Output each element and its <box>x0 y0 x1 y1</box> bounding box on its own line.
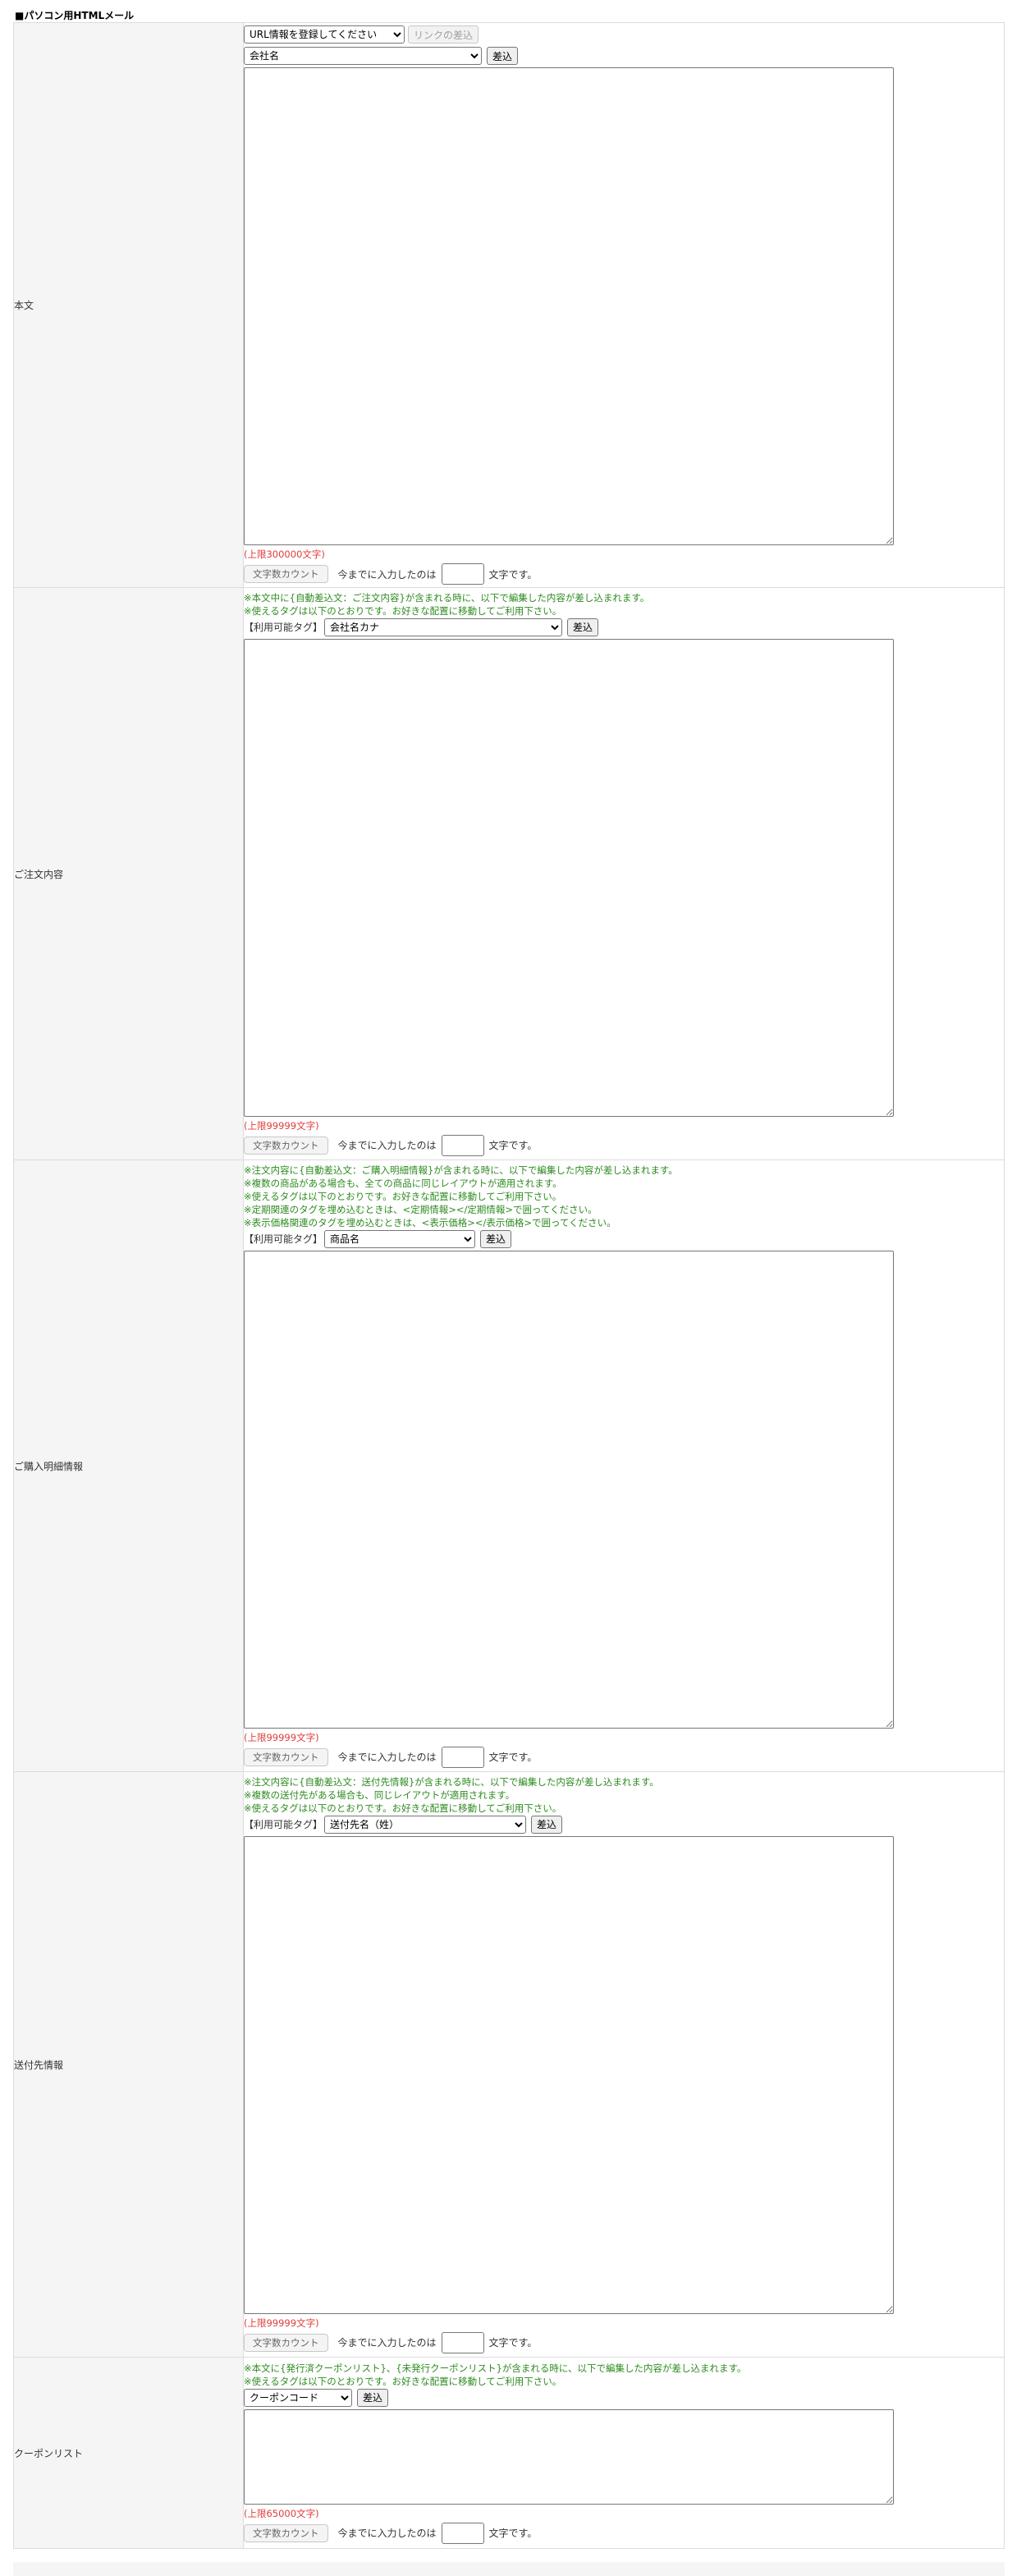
shipping-count-row: 文字数カウント 今までに入力したのは 文字です。 <box>244 2331 1004 2354</box>
row-purchase: ご購入明細情報 ※注文内容に{自動差込文：ご購入明細情報}が含まれる時に、以下で… <box>13 1159 1005 1772</box>
purchase-count-button[interactable]: 文字数カウント <box>244 1747 328 1766</box>
purchase-limit-text: (上限99999文字) <box>244 1731 319 1743</box>
shipping-count-button[interactable]: 文字数カウント <box>244 2333 328 2352</box>
shipping-insert-button[interactable]: 差込 <box>531 1815 563 1834</box>
count-suffix-text: 文字です。 <box>488 2528 538 2539</box>
tag-control-row: 会社名 差込 <box>244 46 1004 66</box>
row-label-honbun: 本文 <box>13 22 244 588</box>
purchase-tag-select[interactable]: 商品名 <box>324 1229 476 1248</box>
footer-bar <box>13 2562 1005 2576</box>
shipping-count-input[interactable] <box>441 2331 484 2353</box>
count-suffix-text: 文字です。 <box>488 1752 538 1763</box>
count-suffix-text: 文字です。 <box>488 568 538 581</box>
coupon-note-1: ※本文に{発行済クーポンリスト}、{未発行クーポンリスト}が含まれる時に、以下で… <box>244 2362 747 2374</box>
url-info-select[interactable]: URL情報を登録してください <box>244 25 405 44</box>
coupon-count-input[interactable] <box>441 2522 484 2544</box>
row-content-shipping: ※注文内容に{自動差込文：送付先情報}が含まれる時に、以下で編集した内容が差し込… <box>243 1771 1005 2358</box>
coupon-limit-text: (上限65000文字) <box>244 2507 319 2519</box>
count-suffix-text: 文字です。 <box>488 2337 538 2349</box>
coupon-insert-button[interactable]: 差込 <box>357 2388 389 2407</box>
html-mail-form: 本文 URL情報を登録してください リンクの差込 会社名 差込 (上限30000… <box>13 22 1005 2549</box>
tag-label: 【利用可能タグ】 <box>244 1233 323 1245</box>
count-prefix-text: 今までに入力したのは <box>337 1140 437 1151</box>
count-prefix-text: 今までに入力したのは <box>337 2337 437 2349</box>
coupon-note-2: ※使えるタグは以下のとおりです。お好きな配置に移動してご利用下さい。 <box>244 2375 562 2387</box>
honbun-count-row: 文字数カウント 今までに入力したのは 文字です。 <box>244 562 1004 585</box>
order-insert-button[interactable]: 差込 <box>567 618 599 636</box>
url-control-row: URL情報を登録してください リンクの差込 <box>244 25 1004 44</box>
count-suffix-text: 文字です。 <box>488 1140 538 1151</box>
order-count-input[interactable] <box>441 1134 484 1156</box>
purchase-note-4: ※定期関連のタグを埋め込むときは、<定期情報></定期情報>で囲ってください。 <box>244 1203 598 1215</box>
row-shipping: 送付先情報 ※注文内容に{自動差込文：送付先情報}が含まれる時に、以下で編集した… <box>13 1771 1005 2358</box>
count-prefix-text: 今までに入力したのは <box>337 2528 437 2539</box>
coupon-tag-select[interactable]: クーポンコード <box>244 2388 352 2407</box>
purchase-count-input[interactable] <box>441 1746 484 1768</box>
purchase-note-2: ※複数の商品がある場合も、全ての商品に同じレイアウトが適用されます。 <box>244 1177 562 1189</box>
count-prefix-text: 今までに入力したのは <box>337 568 437 581</box>
row-label-purchase: ご購入明細情報 <box>13 1159 244 1772</box>
row-label-order: ご注文内容 <box>13 587 244 1160</box>
shipping-tag-select[interactable]: 送付先名（姓） <box>324 1815 527 1834</box>
order-note-2: ※使えるタグは以下のとおりです。お好きな配置に移動してご利用下さい。 <box>244 604 562 617</box>
order-tag-select[interactable]: 会社名カナ <box>324 618 563 636</box>
row-honbun: 本文 URL情報を登録してください リンクの差込 会社名 差込 (上限30000… <box>13 22 1005 588</box>
purchase-tag-row: 【利用可能タグ】 商品名 差込 <box>244 1229 1004 1249</box>
order-note-1: ※本文中に{自動差込文：ご注文内容}が含まれる時に、以下で編集した内容が差し込ま… <box>244 591 650 604</box>
honbun-limit-text: (上限300000文字) <box>244 549 325 560</box>
shipping-note-1: ※注文内容に{自動差込文：送付先情報}が含まれる時に、以下で編集した内容が差し込… <box>244 1775 659 1788</box>
shipping-note-2: ※複数の送付先がある場合も、同じレイアウトが適用されます。 <box>244 1789 515 1801</box>
count-prefix-text: 今までに入力したのは <box>337 1752 437 1763</box>
purchase-note-3: ※使えるタグは以下のとおりです。お好きな配置に移動してご利用下さい。 <box>244 1190 562 1202</box>
shipping-textarea[interactable] <box>244 1835 894 2314</box>
honbun-insert-button[interactable]: 差込 <box>487 47 519 65</box>
honbun-tag-select[interactable]: 会社名 <box>244 47 482 65</box>
row-content-order: ※本文中に{自動差込文：ご注文内容}が含まれる時に、以下で編集した内容が差し込ま… <box>243 587 1005 1160</box>
order-count-row: 文字数カウント 今までに入力したのは 文字です。 <box>244 1134 1004 1157</box>
coupon-count-row: 文字数カウント 今までに入力したのは 文字です。 <box>244 2522 1004 2545</box>
shipping-tag-row: 【利用可能タグ】 送付先名（姓） 差込 <box>244 1815 1004 1834</box>
tag-label: 【利用可能タグ】 <box>244 622 323 633</box>
honbun-count-button[interactable]: 文字数カウント <box>244 565 328 583</box>
row-label-shipping: 送付先情報 <box>13 1771 244 2358</box>
row-order: ご注文内容 ※本文中に{自動差込文：ご注文内容}が含まれる時に、以下で編集した内… <box>13 587 1005 1160</box>
order-textarea[interactable] <box>244 638 894 1117</box>
order-count-button[interactable]: 文字数カウント <box>244 1136 328 1155</box>
order-limit-text: (上限99999文字) <box>244 1119 319 1132</box>
honbun-textarea[interactable] <box>244 67 894 545</box>
coupon-count-button[interactable]: 文字数カウント <box>244 2523 328 2542</box>
section-title: ■パソコン用HTMLメール <box>15 10 135 21</box>
row-content-honbun: URL情報を登録してください リンクの差込 会社名 差込 (上限300000文字… <box>243 22 1005 588</box>
shipping-limit-text: (上限99999文字) <box>244 2317 319 2329</box>
row-label-coupon: クーポンリスト <box>13 2357 244 2549</box>
purchase-insert-button[interactable]: 差込 <box>480 1229 512 1248</box>
row-coupon: クーポンリスト ※本文に{発行済クーポンリスト}、{未発行クーポンリスト}が含ま… <box>13 2357 1005 2549</box>
link-insert-button[interactable]: リンクの差込 <box>408 25 479 44</box>
coupon-textarea[interactable] <box>244 2408 894 2505</box>
purchase-count-row: 文字数カウント 今までに入力したのは 文字です。 <box>244 1746 1004 1769</box>
shipping-note-3: ※使えるタグは以下のとおりです。お好きな配置に移動してご利用下さい。 <box>244 1802 562 1814</box>
purchase-note-5: ※表示価格関連のタグを埋め込むときは、<表示価格></表示価格>で囲ってください… <box>244 1216 616 1228</box>
purchase-textarea[interactable] <box>244 1250 894 1729</box>
tag-label: 【利用可能タグ】 <box>244 1819 323 1830</box>
row-content-purchase: ※注文内容に{自動差込文：ご購入明細情報}が含まれる時に、以下で編集した内容が差… <box>243 1159 1005 1772</box>
honbun-count-input[interactable] <box>441 563 484 585</box>
coupon-tag-row: クーポンコード 差込 <box>244 2388 1004 2408</box>
purchase-note-1: ※注文内容に{自動差込文：ご購入明細情報}が含まれる時に、以下で編集した内容が差… <box>244 1164 678 1176</box>
row-content-coupon: ※本文に{発行済クーポンリスト}、{未発行クーポンリスト}が含まれる時に、以下で… <box>243 2357 1005 2549</box>
order-tag-row: 【利用可能タグ】 会社名カナ 差込 <box>244 618 1004 637</box>
